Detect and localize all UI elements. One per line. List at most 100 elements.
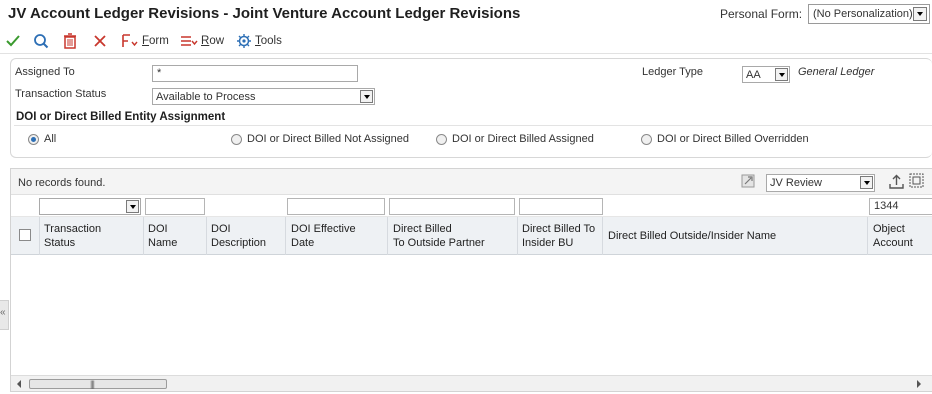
column-header-doi-name[interactable]: DOI Name bbox=[148, 222, 177, 250]
gear-icon bbox=[237, 34, 251, 48]
column-divider bbox=[602, 217, 603, 255]
check-icon bbox=[6, 35, 20, 47]
qbe-row: 1344 bbox=[11, 195, 932, 217]
chevron-down-icon[interactable] bbox=[775, 68, 788, 81]
column-divider bbox=[39, 217, 40, 255]
radio-label: DOI or Direct Billed Overridden bbox=[657, 133, 809, 145]
column-header-object-account[interactable]: Object Account bbox=[873, 222, 913, 250]
radio-assigned[interactable]: DOI or Direct Billed Assigned bbox=[436, 133, 594, 145]
scroll-left-icon[interactable] bbox=[17, 380, 21, 388]
column-header-line: Object bbox=[873, 223, 905, 235]
toolbar: Form Row Tools bbox=[0, 28, 932, 54]
qbe-doi-name[interactable] bbox=[145, 198, 205, 215]
radio-circle[interactable] bbox=[641, 133, 652, 145]
radio-circle[interactable] bbox=[436, 133, 447, 145]
column-divider bbox=[867, 217, 868, 255]
radio-circle[interactable] bbox=[28, 133, 39, 145]
ledger-type-description: General Ledger bbox=[798, 66, 875, 78]
column-header-line: Status bbox=[44, 237, 76, 249]
row-icon bbox=[181, 36, 198, 46]
column-header-line: Direct Billed Outside/Insider Name bbox=[608, 230, 777, 242]
row-label: Row bbox=[201, 35, 225, 47]
column-header-line: DOI Effective bbox=[291, 223, 356, 235]
grip-icon: ||| bbox=[90, 379, 95, 389]
column-header-outside-insider-name[interactable]: Direct Billed Outside/Insider Name bbox=[608, 229, 776, 243]
delete-button[interactable] bbox=[63, 32, 77, 50]
horizontal-scrollbar[interactable]: ||| bbox=[11, 375, 932, 391]
select-all-checkbox[interactable] bbox=[19, 229, 31, 241]
qbe-transaction-status[interactable] bbox=[39, 198, 141, 215]
column-header-line: DOI bbox=[211, 223, 231, 235]
grid-view-select[interactable]: JV Review bbox=[766, 174, 875, 192]
radio-circle[interactable] bbox=[231, 133, 242, 145]
ledger-type-label: Ledger Type bbox=[642, 66, 703, 78]
qbe-direct-billed-insider[interactable] bbox=[519, 198, 603, 215]
radio-label: DOI or Direct Billed Not Assigned bbox=[247, 133, 410, 145]
maximize-icon[interactable] bbox=[909, 173, 924, 188]
section-divider bbox=[14, 125, 932, 126]
grid-status: No records found. bbox=[18, 177, 106, 189]
find-button[interactable] bbox=[33, 32, 49, 50]
trash-icon bbox=[64, 33, 76, 49]
radio-label: DOI or Direct Billed Assigned bbox=[452, 133, 594, 145]
chevron-down-icon[interactable] bbox=[860, 176, 873, 189]
column-header-direct-billed-insider[interactable]: Direct Billed To Insider BU bbox=[522, 222, 595, 250]
column-header-line: Transaction bbox=[44, 223, 102, 235]
export-icon[interactable] bbox=[889, 174, 904, 189]
cancel-button[interactable] bbox=[92, 32, 108, 50]
row-menu[interactable]: Row bbox=[180, 32, 224, 50]
scrollbar-thumb[interactable]: ||| bbox=[29, 379, 167, 389]
column-header-line: Account bbox=[873, 237, 913, 249]
radio-label: All bbox=[44, 133, 57, 145]
grid-panel: No records found. JV Review 1344 Transac… bbox=[10, 168, 932, 392]
radio-not-assigned[interactable]: DOI or Direct Billed Not Assigned bbox=[231, 133, 409, 145]
column-header-line: DOI bbox=[148, 223, 168, 235]
scroll-right-icon[interactable] bbox=[917, 380, 921, 388]
column-header-transaction-status[interactable]: Transaction Status bbox=[44, 222, 101, 250]
grid-view-value: JV Review bbox=[770, 177, 822, 189]
chevron-down-icon[interactable] bbox=[360, 90, 373, 103]
tools-menu[interactable]: Tools bbox=[236, 32, 282, 50]
qbe-object-account[interactable]: 1344 bbox=[869, 198, 932, 215]
ledger-type-value: AA bbox=[746, 69, 761, 81]
column-header-line: Name bbox=[148, 237, 178, 249]
column-divider bbox=[387, 217, 388, 255]
column-header-line: Description bbox=[211, 237, 267, 249]
column-header-line: Direct Billed To bbox=[522, 223, 596, 235]
column-header-line: Date bbox=[291, 237, 315, 249]
page-title: JV Account Ledger Revisions - Joint Vent… bbox=[8, 5, 521, 22]
column-header-line: To Outside Partner bbox=[393, 237, 485, 249]
form-icon bbox=[122, 34, 138, 47]
column-header-row: Transaction Status DOI Name DOI Descript… bbox=[11, 217, 932, 255]
qbe-doi-effective-date[interactable] bbox=[287, 198, 385, 215]
ledger-type-select[interactable]: AA bbox=[742, 66, 790, 83]
chevron-down-icon[interactable] bbox=[913, 7, 927, 21]
transaction-status-value: Available to Process bbox=[156, 91, 256, 103]
side-panel-toggle[interactable]: « bbox=[0, 300, 9, 330]
column-divider bbox=[143, 217, 144, 255]
chevron-down-icon[interactable] bbox=[126, 200, 139, 213]
transaction-status-label: Transaction Status bbox=[15, 88, 107, 100]
column-divider bbox=[517, 217, 518, 255]
personal-form-value: (No Personalization) bbox=[813, 8, 913, 20]
pin-icon[interactable] bbox=[741, 174, 755, 188]
section-title: DOI or Direct Billed Entity Assignment bbox=[16, 111, 226, 123]
column-header-doi-effective-date[interactable]: DOI Effective Date bbox=[291, 222, 356, 250]
form-menu[interactable]: Form bbox=[121, 32, 169, 50]
personal-form-select[interactable]: (No Personalization) bbox=[808, 4, 930, 24]
assigned-to-field[interactable]: * bbox=[152, 65, 358, 82]
ok-button[interactable] bbox=[5, 32, 21, 50]
close-icon bbox=[94, 35, 106, 47]
personal-form-label: Personal Form: bbox=[720, 7, 803, 21]
column-header-doi-description[interactable]: DOI Description bbox=[211, 222, 266, 250]
radio-overridden[interactable]: DOI or Direct Billed Overridden bbox=[641, 133, 809, 145]
title-bar: JV Account Ledger Revisions - Joint Vent… bbox=[0, 0, 932, 28]
column-divider bbox=[206, 217, 207, 255]
column-header-line: Insider BU bbox=[522, 237, 574, 249]
qbe-direct-billed-outside[interactable] bbox=[389, 198, 515, 215]
grid-toolbar: No records found. JV Review bbox=[11, 169, 932, 195]
column-header-direct-billed-outside[interactable]: Direct Billed To Outside Partner bbox=[393, 222, 485, 250]
radio-all[interactable]: All bbox=[28, 133, 56, 145]
transaction-status-select[interactable]: Available to Process bbox=[152, 88, 375, 105]
tools-label: Tools bbox=[255, 35, 282, 47]
